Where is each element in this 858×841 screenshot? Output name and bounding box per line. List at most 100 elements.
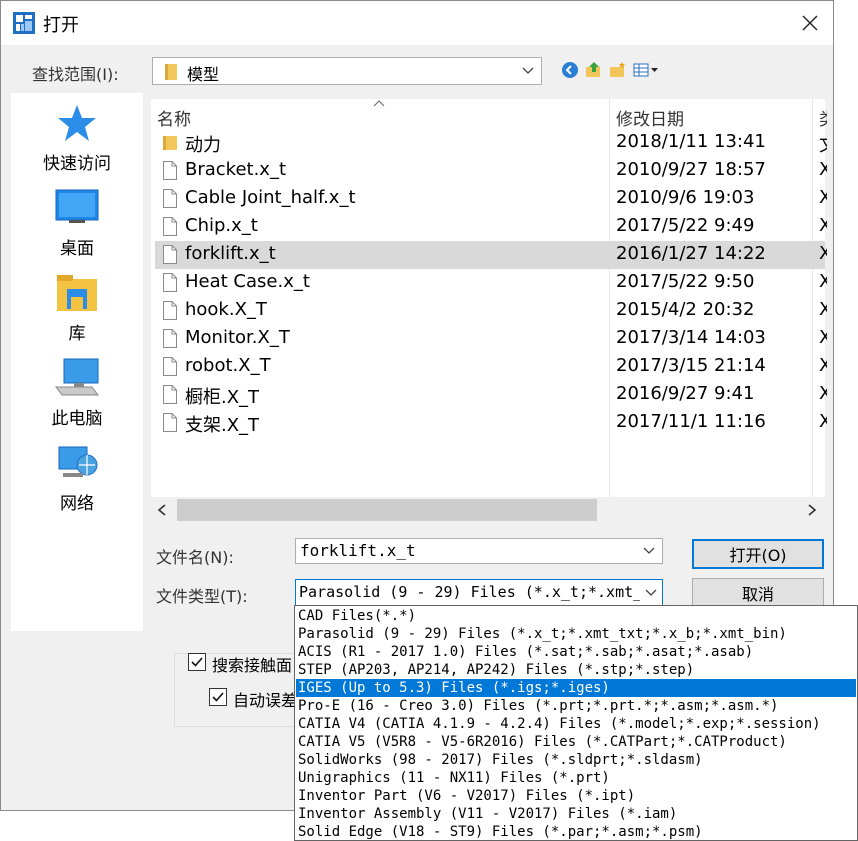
search-contact-checkbox[interactable] bbox=[188, 653, 206, 671]
file-row[interactable]: hook.X_T 2015/4/2 20:32 X bbox=[155, 297, 827, 325]
file-row[interactable]: forklift.x_t 2016/1/27 14:22 X bbox=[155, 241, 827, 269]
window-title: 打开 bbox=[43, 15, 79, 36]
file-type: X bbox=[819, 411, 827, 432]
file-icon bbox=[163, 329, 177, 348]
place-label: 桌面 bbox=[60, 239, 94, 259]
folder-icon bbox=[163, 136, 177, 150]
filetype-option[interactable]: CAD Files(*.*) bbox=[296, 607, 856, 625]
filetype-select[interactable]: Parasolid (9 - 29) Files (*.x_t;*.xmt_ bbox=[295, 579, 663, 606]
file-icon bbox=[163, 189, 177, 208]
file-row[interactable]: Heat Case.x_t 2017/5/22 9:50 X bbox=[155, 269, 827, 297]
auto-tolerance-checkbox[interactable] bbox=[209, 688, 227, 706]
sort-ascending-icon bbox=[373, 100, 385, 107]
place-library[interactable] bbox=[11, 273, 143, 317]
file-type: X bbox=[819, 243, 827, 264]
file-name: robot.X_T bbox=[185, 355, 271, 376]
filetype-option[interactable]: Inventor Assembly (V11 - V2017) Files (*… bbox=[296, 805, 856, 823]
file-date: 2017/3/15 21:14 bbox=[616, 355, 766, 376]
filetype-option[interactable]: Solid Edge (V18 - ST9) Files (*.par;*.as… bbox=[296, 823, 856, 840]
file-name: 橱柜.X_T bbox=[185, 387, 260, 408]
view-menu-icon[interactable] bbox=[633, 61, 659, 79]
filetype-option[interactable]: CATIA V5 (V5R8 - V5-6R2016) Files (*.CAT… bbox=[296, 733, 856, 751]
auto-tolerance-label: 自动误差 bbox=[233, 691, 298, 710]
title-bar: 打开 bbox=[1, 1, 833, 45]
folder-icon bbox=[165, 64, 177, 80]
desktop-icon bbox=[55, 189, 99, 223]
place-label: 网络 bbox=[60, 494, 94, 514]
file-type: X bbox=[819, 327, 827, 348]
file-row[interactable]: robot.X_T 2017/3/15 21:14 X bbox=[155, 353, 827, 381]
app-icon bbox=[13, 12, 35, 34]
filetype-option[interactable]: STEP (AP203, AP214, AP242) Files (*.stp;… bbox=[296, 661, 856, 679]
file-date: 2010/9/27 18:57 bbox=[616, 159, 766, 180]
filetype-option[interactable]: Inventor Part (V6 - V2017) Files (*.ipt) bbox=[296, 787, 856, 805]
filetype-option[interactable]: Unigraphics (11 - NX11) Files (*.prt) bbox=[296, 769, 856, 787]
filetype-dropdown-list: CAD Files(*.*) Parasolid (9 - 29) Files (… bbox=[294, 605, 858, 841]
place-network[interactable] bbox=[11, 443, 143, 487]
file-row[interactable]: Cable Joint_half.x_t 2010/9/6 19:03 X bbox=[155, 185, 827, 213]
file-date: 2017/5/22 9:50 bbox=[616, 271, 755, 292]
file-date: 2016/1/27 14:22 bbox=[616, 243, 766, 264]
filetype-arrow[interactable] bbox=[640, 580, 662, 605]
filetype-value: Parasolid (9 - 29) Files (*.x_t;*.xmt_ bbox=[299, 583, 643, 601]
filetype-option[interactable]: CATIA V4 (CATIA 4.1.9 - 4.2.4) Files (*.… bbox=[296, 715, 856, 733]
scrollbar-thumb[interactable] bbox=[177, 499, 597, 521]
star-icon bbox=[58, 105, 96, 141]
filetype-option[interactable]: IGES (Up to 5.3) Files (*.igs;*.iges) bbox=[296, 679, 856, 697]
place-quick-access[interactable] bbox=[11, 103, 143, 147]
place-label: 快速访问 bbox=[43, 154, 111, 174]
chevron-down-icon[interactable] bbox=[642, 544, 656, 558]
file-row[interactable]: Monitor.X_T 2017/3/14 14:03 X bbox=[155, 325, 827, 353]
filetype-option[interactable]: Pro-E (16 - Creo 3.0) Files (*.prt;*.prt… bbox=[296, 697, 856, 715]
file-type: X bbox=[819, 383, 827, 404]
checkmark-icon bbox=[191, 657, 203, 667]
file-row[interactable]: Chip.x_t 2017/5/22 9:49 X bbox=[155, 213, 827, 241]
place-label: 库 bbox=[68, 324, 86, 344]
file-date: 2017/5/22 9:49 bbox=[616, 215, 755, 236]
file-icon bbox=[163, 161, 177, 180]
file-row[interactable]: 橱柜.X_T 2016/9/27 9:41 X bbox=[155, 381, 827, 409]
place-desktop[interactable] bbox=[11, 189, 143, 229]
file-name: forklift.x_t bbox=[185, 243, 276, 264]
file-name: hook.X_T bbox=[185, 299, 267, 320]
file-row[interactable]: Bracket.x_t 2010/9/27 18:57 X bbox=[155, 157, 827, 185]
filetype-option[interactable]: SolidWorks (98 - 2017) Files (*.sldprt;*… bbox=[296, 751, 856, 769]
chevron-down-icon bbox=[645, 589, 657, 596]
file-date: 2018/1/11 13:41 bbox=[616, 131, 766, 152]
filename-input[interactable]: forklift.x_t bbox=[295, 538, 663, 564]
lookin-label: 查找范围(I): bbox=[32, 65, 119, 84]
file-date: 2010/9/6 19:03 bbox=[616, 187, 755, 208]
place-this-pc[interactable] bbox=[11, 357, 143, 401]
file-icon bbox=[163, 217, 177, 236]
checkmark-icon bbox=[212, 692, 224, 702]
file-name: 动力 bbox=[185, 135, 221, 156]
file-name: Monitor.X_T bbox=[185, 327, 290, 348]
filetype-label: 文件类型(T): bbox=[156, 587, 248, 606]
open-button[interactable]: 打开(O) bbox=[692, 539, 824, 569]
file-date: 2017/3/14 14:03 bbox=[616, 327, 766, 348]
places-bar: 快速访问 桌面 库 此电脑 网络 bbox=[11, 93, 143, 631]
back-icon[interactable] bbox=[561, 61, 579, 79]
file-type: X bbox=[819, 299, 827, 320]
file-name: Bracket.x_t bbox=[185, 159, 287, 180]
library-icon bbox=[57, 275, 97, 311]
file-date: 2015/4/2 20:32 bbox=[616, 299, 755, 320]
search-contact-label: 搜索接触面 bbox=[212, 656, 293, 675]
cancel-button[interactable]: 取消 bbox=[692, 578, 824, 608]
filetype-option[interactable]: ACIS (R1 - 2017 1.0) Files (*.sat;*.sab;… bbox=[296, 643, 856, 661]
file-icon bbox=[163, 245, 177, 264]
filename-value: forklift.x_t bbox=[300, 541, 416, 560]
file-name: 支架.X_T bbox=[185, 415, 260, 436]
file-row[interactable]: 动力 2018/1/11 13:41 文 bbox=[155, 129, 827, 157]
file-name: Chip.x_t bbox=[185, 215, 258, 236]
scroll-right-icon[interactable] bbox=[807, 504, 817, 516]
up-folder-icon[interactable] bbox=[585, 61, 603, 79]
filetype-option[interactable]: Parasolid (9 - 29) Files (*.x_t;*.xmt_tx… bbox=[296, 625, 856, 643]
file-row[interactable]: 支架.X_T 2017/11/1 11:16 X bbox=[155, 409, 827, 437]
scroll-left-icon[interactable] bbox=[157, 504, 167, 516]
lookin-select[interactable]: 模型 bbox=[152, 57, 542, 85]
horizontal-scrollbar[interactable] bbox=[151, 497, 825, 523]
chevron-down-icon bbox=[522, 67, 534, 74]
new-folder-icon[interactable] bbox=[609, 61, 627, 79]
close-button[interactable] bbox=[791, 5, 829, 41]
